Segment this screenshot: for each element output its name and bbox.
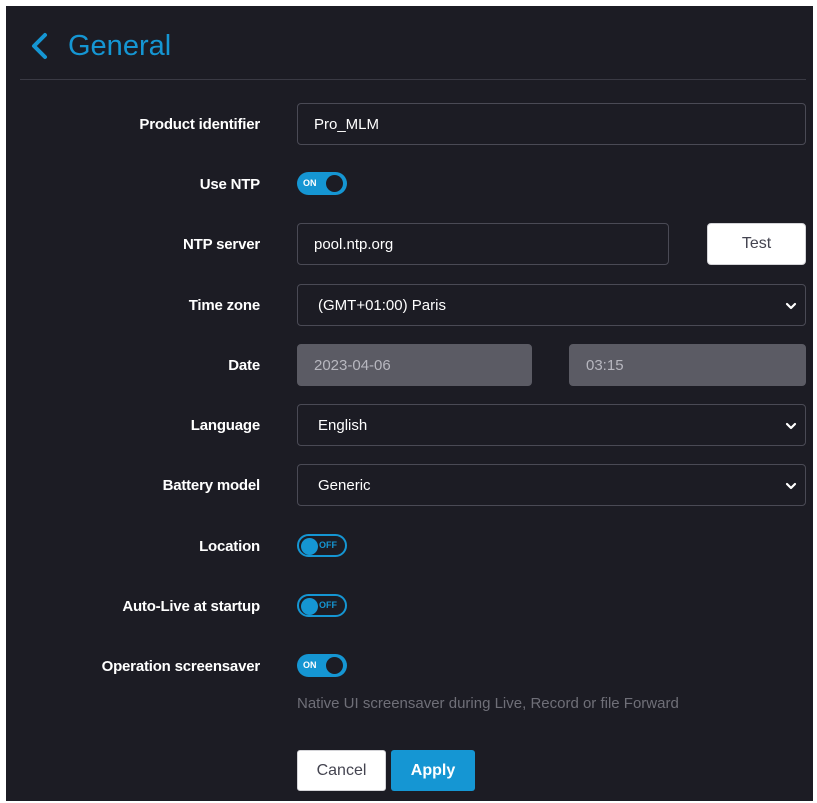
screensaver-hint: Native UI screensaver during Live, Recor… [297, 695, 679, 712]
row-language: Language English [6, 404, 813, 446]
row-date: Date 2023-04-06 03:15 [6, 344, 813, 386]
toggle-knob [326, 175, 343, 192]
battery-model-value: Generic [318, 476, 371, 494]
row-auto-live: Auto-Live at startup OFF [6, 585, 813, 627]
time-input: 03:15 [569, 344, 806, 386]
settings-panel: General Product identifier Pro_MLM Use N… [6, 6, 813, 801]
use-ntp-label: Use NTP [199, 175, 260, 193]
row-operation-screensaver: Operation screensaver ON [6, 645, 813, 687]
auto-live-toggle[interactable]: OFF [297, 594, 347, 617]
chevron-down-icon [785, 422, 797, 430]
toggle-state-text: OFF [319, 540, 337, 550]
product-identifier-input[interactable]: Pro_MLM [297, 103, 806, 145]
toggle-state-text: ON [303, 178, 317, 188]
toggle-knob [326, 657, 343, 674]
toggle-state-text: OFF [319, 600, 337, 610]
cancel-button[interactable]: Cancel [297, 750, 386, 791]
test-button[interactable]: Test [707, 223, 806, 265]
page-header: General [28, 26, 171, 66]
row-use-ntp: Use NTP ON [6, 163, 813, 205]
language-select[interactable]: English [297, 404, 806, 446]
chevron-down-icon [785, 482, 797, 490]
page-title: General [68, 29, 172, 62]
apply-button[interactable]: Apply [391, 750, 475, 791]
time-zone-label: Time zone [188, 296, 260, 314]
location-toggle[interactable]: OFF [297, 534, 347, 557]
ntp-server-input[interactable]: pool.ntp.org [297, 223, 669, 265]
row-time-zone: Time zone (GMT+01:00) Paris [6, 284, 813, 326]
ntp-server-label: NTP server [183, 235, 260, 253]
toggle-knob [301, 598, 318, 615]
language-value: English [318, 416, 368, 434]
time-zone-select[interactable]: (GMT+01:00) Paris [297, 284, 806, 326]
chevron-left-icon[interactable] [28, 32, 50, 60]
language-label: Language [190, 416, 260, 434]
operation-screensaver-toggle[interactable]: ON [297, 654, 347, 677]
header-divider [20, 79, 806, 80]
product-identifier-label: Product identifier [139, 115, 260, 133]
row-location: Location OFF [6, 525, 813, 567]
toggle-knob [301, 538, 318, 555]
row-battery-model: Battery model Generic [6, 464, 813, 506]
date-label: Date [228, 356, 260, 374]
toggle-state-text: ON [303, 660, 317, 670]
location-label: Location [199, 537, 260, 555]
use-ntp-toggle[interactable]: ON [297, 172, 347, 195]
time-zone-value: (GMT+01:00) Paris [318, 296, 446, 314]
battery-model-select[interactable]: Generic [297, 464, 806, 506]
row-ntp-server: NTP server pool.ntp.org Test [6, 223, 813, 265]
row-product-identifier: Product identifier Pro_MLM [6, 103, 813, 145]
date-input: 2023-04-06 [297, 344, 532, 386]
operation-screensaver-label: Operation screensaver [101, 657, 261, 675]
battery-model-label: Battery model [162, 476, 261, 494]
chevron-down-icon [785, 302, 797, 310]
auto-live-label: Auto-Live at startup [122, 597, 260, 615]
